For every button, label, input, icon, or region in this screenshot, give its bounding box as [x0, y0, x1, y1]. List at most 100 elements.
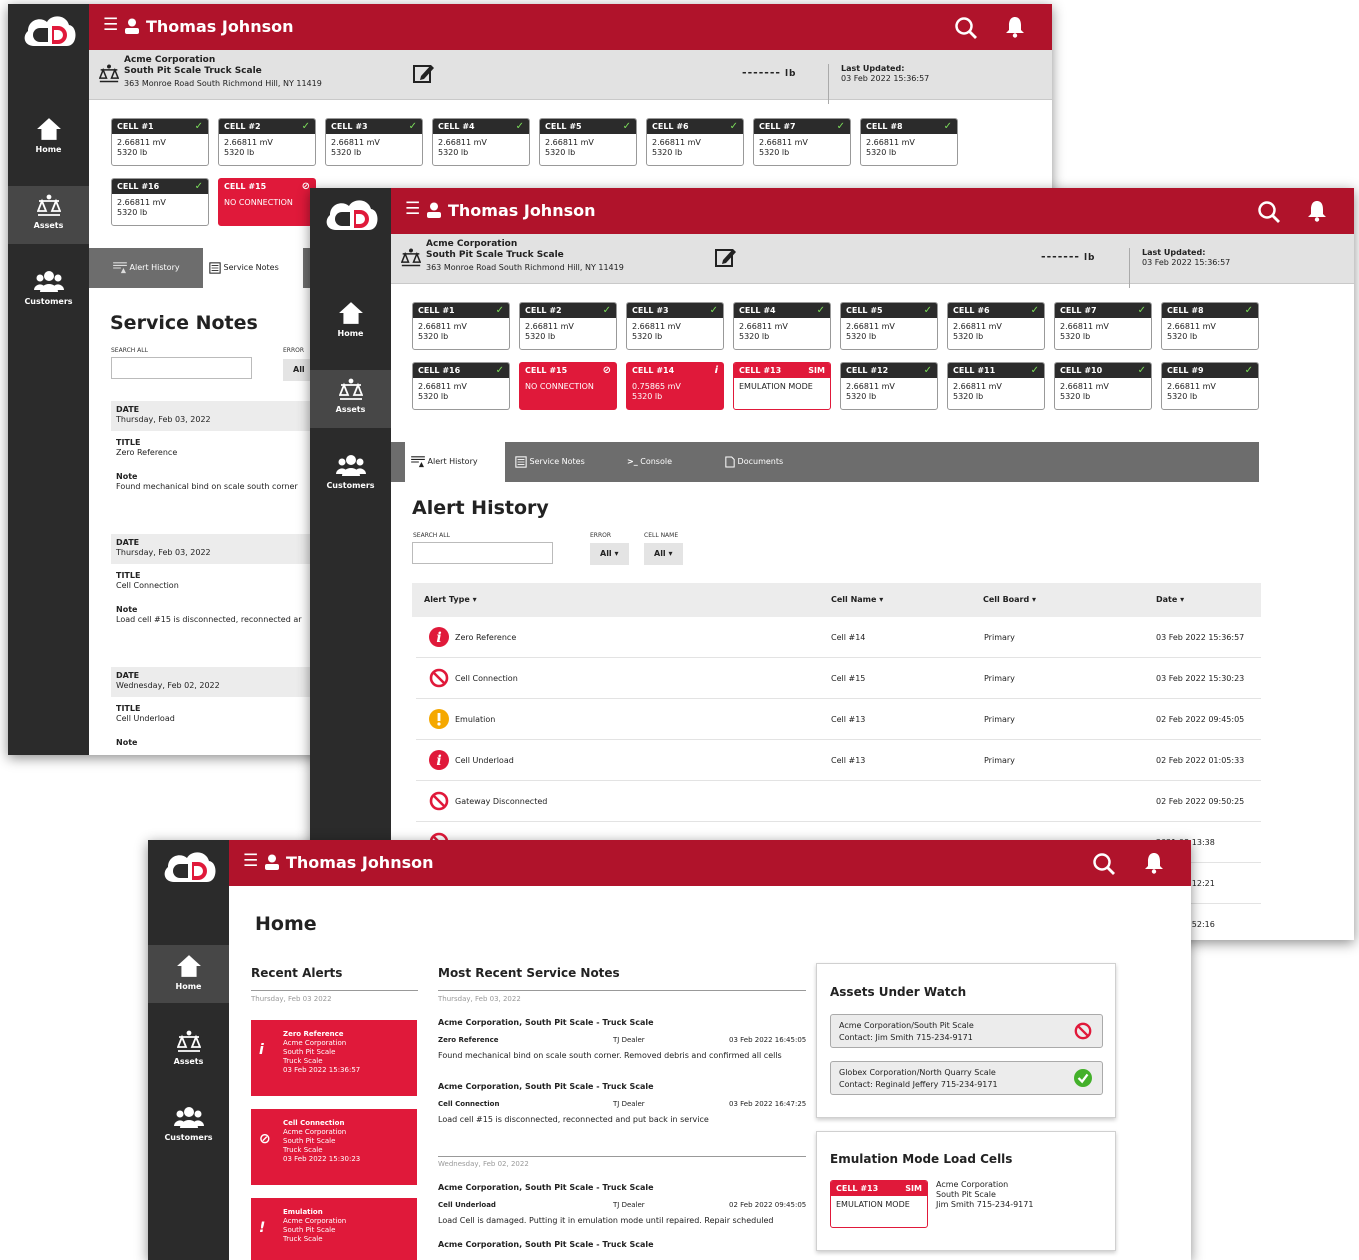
status-icon: ⊘ [301, 181, 310, 192]
load-cell-card[interactable]: CELL #4 ✓ 2.66811 mV 5320 lb [733, 302, 831, 350]
load-cell-card[interactable]: CELL #8 ✓ 2.66811 mV 5320 lb [860, 118, 958, 166]
load-cell-card[interactable]: CELL #5 ✓ 2.66811 mV 5320 lb [539, 118, 637, 166]
nav-home[interactable]: Home [148, 945, 229, 1003]
emulation-cell-card[interactable]: CELL #13 SIM EMULATION MODE [830, 1180, 928, 1228]
table-row[interactable]: Gateway Disconnected 02 Feb 2022 09:50:25 [416, 781, 1261, 822]
note-body-block: Note Load cell #15 is disconnected, recon… [116, 605, 316, 625]
edit-icon[interactable] [413, 62, 435, 84]
nav-home[interactable]: Home [310, 292, 391, 350]
check-icon: ✓ [709, 305, 718, 316]
note-date-band: DATE Wednesday, Feb 02, 2022 [111, 667, 316, 697]
load-cell-card[interactable]: CELL #1 ✓ 2.66811 mV 5320 lb [412, 302, 510, 350]
nav-assets[interactable]: Assets [148, 1022, 229, 1080]
tab-documents[interactable]: Documents [719, 442, 819, 482]
cell-reading: 2.66811 mV [1167, 322, 1216, 331]
notes-icon [515, 456, 527, 468]
alert-type: Gateway Disconnected [455, 797, 548, 806]
menu-icon[interactable]: ☰ [103, 17, 118, 34]
tab-service-notes[interactable]: Service Notes [203, 248, 303, 288]
load-cell-card[interactable]: CELL #10 ✓ 2.66811 mV 5320 lb [1054, 362, 1152, 410]
note-date: Thursday, Feb 03, 2022 [116, 415, 211, 424]
watch-item[interactable]: Acme Corporation/South Pit Scale Contact… [830, 1014, 1103, 1048]
load-cell-card[interactable]: CELL #9 ✓ 2.66811 mV 5320 lb [1161, 362, 1259, 410]
tab-service-notes[interactable]: Service Notes [509, 442, 609, 482]
cell-weight: 5320 lb [866, 148, 897, 157]
tab-alert-history[interactable]: Alert History [405, 442, 505, 482]
edit-icon[interactable] [715, 246, 737, 268]
cell-reading: 2.66811 mV [418, 382, 467, 391]
table-row[interactable]: Emulation Cell #13 Primary 02 Feb 2022 09:4… [416, 699, 1261, 740]
col-date[interactable]: Date ▾ [1156, 595, 1184, 604]
load-cell-card[interactable]: CELL #8 ✓ 2.66811 mV 5320 lb [1161, 302, 1259, 350]
asset-address: 363 Monroe Road South Richmond Hill, NY … [426, 263, 624, 272]
load-cell-card[interactable]: CELL #2 ✓ 2.66811 mV 5320 lb [519, 302, 617, 350]
note-type: Cell Connection [438, 1100, 500, 1108]
load-cell-card[interactable]: CELL #3 ✓ 2.66811 mV 5320 lb [626, 302, 724, 350]
load-cell-card[interactable]: CELL #13 SIM EMULATION MODE [733, 362, 831, 410]
load-cell-card[interactable]: CELL #6 ✓ 2.66811 mV 5320 lb [947, 302, 1045, 350]
nav-assets[interactable]: Assets [8, 186, 89, 244]
bell-icon[interactable] [1307, 200, 1327, 222]
note-heading[interactable]: Acme Corporation, South Pit Scale - Truc… [438, 1240, 654, 1250]
asset-company: Acme Corporation [124, 55, 216, 65]
load-cell-card[interactable]: CELL #16 ✓ 2.66811 mV 5320 lb [412, 362, 510, 410]
note-label: Note [116, 472, 138, 481]
nav-home[interactable]: Home [8, 108, 89, 166]
search-icon[interactable] [954, 16, 978, 40]
search-input[interactable] [412, 542, 553, 564]
nav-customers[interactable]: Customers [148, 1098, 229, 1156]
table-row[interactable]: Zero Reference Cell #14 Primary 03 Feb 2022… [416, 617, 1261, 658]
nav-customers[interactable]: Customers [8, 262, 89, 320]
load-cell-card[interactable]: CELL #4 ✓ 2.66811 mV 5320 lb [432, 118, 530, 166]
home-icon [338, 300, 364, 326]
error-filter-dropdown[interactable]: All ▾ [590, 543, 629, 565]
load-cell-card[interactable]: CELL #6 ✓ 2.66811 mV 5320 lb [646, 118, 744, 166]
cell-reading: 2.66811 mV [418, 322, 467, 331]
load-cell-card[interactable]: CELL #15 ⊘ NO CONNECTION [218, 178, 316, 226]
search-icon[interactable] [1092, 852, 1116, 876]
recent-alert-card[interactable]: ⊘ Cell Connection Acme Corporation South Pi… [251, 1109, 417, 1185]
watch-item[interactable]: Globex Corporation/North Quarry Scale Co… [830, 1061, 1103, 1095]
tab-console[interactable]: >_ Console [621, 442, 711, 482]
cellname-filter-dropdown[interactable]: All ▾ [644, 543, 683, 565]
col-alert-type[interactable]: Alert Type ▾ [424, 595, 477, 604]
table-row[interactable]: Cell Underload Cell #13 Primary 02 Feb 2022… [416, 740, 1261, 781]
alert-company: Acme Corporation [283, 1217, 347, 1225]
last-updated-label: Last Updated: [1142, 248, 1206, 257]
recent-alerts-date: Thursday, Feb 03 2022 [251, 995, 332, 1003]
alert-type-icon: ! [259, 1220, 266, 1236]
bell-icon[interactable] [1005, 16, 1025, 38]
load-cell-card[interactable]: CELL #16 ✓ 2.66811 mV 5320 lb [111, 178, 209, 226]
cell-reading: 2.66811 mV [739, 322, 788, 331]
search-icon[interactable] [1257, 200, 1281, 224]
load-cell-card[interactable]: CELL #14 i 0.75865 mV 5320 lb [626, 362, 724, 410]
load-cell-card[interactable]: CELL #12 ✓ 2.66811 mV 5320 lb [840, 362, 938, 410]
note-type: Zero Reference [438, 1036, 499, 1044]
load-cell-card[interactable]: CELL #1 ✓ 2.66811 mV 5320 lb [111, 118, 209, 166]
user-name: Thomas Johnson [448, 201, 596, 220]
nav-assets[interactable]: Assets [310, 370, 391, 428]
menu-icon[interactable]: ☰ [405, 201, 420, 218]
tab-alert-history[interactable]: Alert History [107, 248, 202, 288]
col-cell-board[interactable]: Cell Board ▾ [983, 595, 1036, 604]
recent-alert-card[interactable]: i Zero Reference Acme Corporation South Pit… [251, 1020, 417, 1096]
home-window: Home Assets Customers ☰ Thomas Johnson H… [148, 840, 1191, 1260]
load-cell-card[interactable]: CELL #7 ✓ 2.66811 mV 5320 lb [1054, 302, 1152, 350]
load-cell-card[interactable]: CELL #3 ✓ 2.66811 mV 5320 lb [325, 118, 423, 166]
note-heading[interactable]: Acme Corporation, South Pit Scale - Truc… [438, 1082, 654, 1092]
load-cell-card[interactable]: CELL #11 ✓ 2.66811 mV 5320 lb [947, 362, 1045, 410]
note-heading[interactable]: Acme Corporation, South Pit Scale - Truc… [438, 1183, 654, 1193]
load-cell-card[interactable]: CELL #7 ✓ 2.66811 mV 5320 lb [753, 118, 851, 166]
search-input[interactable] [111, 357, 252, 379]
load-cell-card[interactable]: CELL #15 ⊘ NO CONNECTION [519, 362, 617, 410]
note-heading[interactable]: Acme Corporation, South Pit Scale - Truc… [438, 1018, 654, 1028]
cell-reading: 2.66811 mV [1060, 322, 1109, 331]
nav-customers[interactable]: Customers [310, 446, 391, 504]
col-cell-name[interactable]: Cell Name ▾ [831, 595, 883, 604]
load-cell-card[interactable]: CELL #2 ✓ 2.66811 mV 5320 lb [218, 118, 316, 166]
menu-icon[interactable]: ☰ [243, 853, 258, 870]
bell-icon[interactable] [1144, 852, 1164, 874]
recent-alert-card[interactable]: ! Emulation Acme Corporation South Pit Scal… [251, 1198, 417, 1260]
table-row[interactable]: Cell Connection Cell #15 Primary 03 Feb 202… [416, 658, 1261, 699]
load-cell-card[interactable]: CELL #5 ✓ 2.66811 mV 5320 lb [840, 302, 938, 350]
